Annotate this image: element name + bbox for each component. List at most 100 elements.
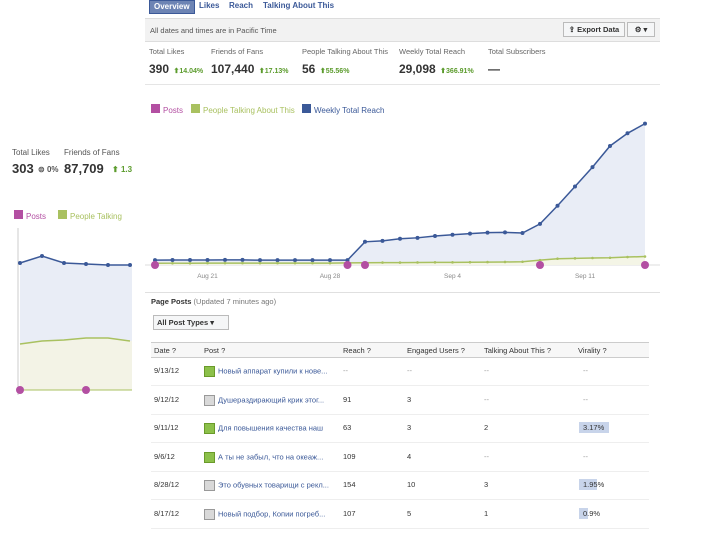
reach-point[interactable] [328, 258, 332, 263]
table-row[interactable]: 8/17/12 Новый подбор, Копии погреб... 107 5… [151, 500, 649, 529]
post-marker[interactable] [641, 261, 649, 269]
col-reach[interactable]: Reach ? [343, 346, 371, 355]
divider [145, 292, 660, 293]
cell-post[interactable]: Душераздирающий крик этог... [204, 394, 324, 406]
reach-point[interactable] [380, 238, 385, 243]
table-row[interactable]: 9/11/12 Для повышения качества наш 63 3 2 3.1… [151, 414, 649, 443]
reach-point[interactable] [293, 258, 297, 263]
talking-point[interactable] [521, 260, 524, 264]
reach-point[interactable] [503, 230, 507, 235]
post-type-filter[interactable]: All Post Types ▾ [153, 315, 229, 330]
table-row[interactable]: 9/6/12 А ты не забыл, что на океаж... 109 4… [151, 443, 649, 472]
table-row[interactable]: 9/12/12 Душераздирающий крик этог... 91 3 --… [151, 386, 649, 415]
reach-point[interactable] [188, 258, 192, 263]
export-icon: ⇪ [568, 25, 576, 34]
talking-point[interactable] [451, 261, 454, 264]
post-marker[interactable] [343, 261, 352, 269]
cell-post[interactable]: Новый аппарат купили к нове... [204, 366, 327, 377]
cell-post[interactable]: Это обувных товарищи с рекл... [204, 480, 329, 491]
reach-point[interactable] [170, 258, 175, 263]
table-row[interactable]: 9/13/12 Новый аппарат купили к нове... -- -… [151, 357, 649, 386]
reach-point[interactable] [468, 231, 472, 236]
post-text[interactable]: Новый аппарат купили к нове... [218, 366, 327, 375]
reach-point[interactable] [398, 236, 402, 241]
talking-point[interactable] [328, 261, 332, 265]
left-insights-panel: Total Likes Friends of Fans 303 ⊜ 0% 87,… [0, 0, 140, 540]
talking-point[interactable] [206, 261, 209, 265]
talking-point[interactable] [486, 260, 489, 264]
reach-point[interactable] [275, 258, 280, 263]
talking-point[interactable] [188, 261, 192, 265]
cell-reach: 91 [343, 394, 352, 404]
reach-point[interactable] [608, 143, 612, 148]
talking-point[interactable] [293, 261, 297, 265]
reach-point[interactable] [520, 230, 525, 235]
reach-point[interactable] [450, 232, 455, 237]
post-text[interactable]: Это обувных товарищи с рекл... [218, 480, 329, 489]
reach-point[interactable] [590, 165, 595, 170]
cell-post[interactable]: Для повышения качества наш [204, 423, 323, 434]
reach-point[interactable] [555, 203, 560, 208]
col-date[interactable]: Date ? [154, 346, 176, 355]
talking-point[interactable] [468, 260, 472, 264]
tab-talking-about-this[interactable]: Talking About This [263, 0, 334, 12]
talking-point[interactable] [503, 260, 507, 264]
talking-point[interactable] [258, 261, 262, 265]
talking-point[interactable] [608, 256, 612, 260]
tab-reach[interactable]: Reach [229, 0, 253, 12]
talking-point[interactable] [416, 261, 419, 264]
reach-point[interactable] [240, 257, 245, 262]
reach-point[interactable] [625, 131, 630, 136]
talking-point[interactable] [433, 261, 437, 264]
cell-date: 8/17/12 [154, 508, 180, 518]
talking-point[interactable] [398, 261, 402, 264]
tab-likes[interactable]: Likes [199, 0, 219, 12]
reach-point[interactable] [258, 258, 262, 263]
reach-point[interactable] [363, 239, 367, 244]
reach-point[interactable] [433, 234, 437, 238]
col-virality[interactable]: Virality ? [578, 346, 607, 355]
talking-point[interactable] [626, 255, 629, 259]
post-text[interactable]: Для повышения качества наш [218, 423, 323, 432]
post-marker[interactable] [536, 261, 544, 269]
reach-point[interactable] [573, 184, 577, 189]
cell-virality: 1.95% [583, 480, 605, 489]
legend-talking[interactable]: People Talking About This [191, 100, 295, 118]
talking-point[interactable] [241, 261, 244, 265]
reach-point[interactable] [538, 221, 542, 226]
post-text[interactable]: Душераздирающий крик этог... [218, 395, 324, 404]
talking-point[interactable] [591, 256, 594, 260]
reach-point[interactable] [485, 230, 490, 235]
tab-overview[interactable]: Overview [149, 0, 195, 14]
reach-point[interactable] [643, 121, 647, 126]
reach-point[interactable] [223, 257, 227, 262]
tab-bar: Overview Likes Reach Talking About This [145, 0, 660, 14]
talking-point[interactable] [171, 261, 174, 265]
talking-point[interactable] [643, 255, 647, 258]
export-data-button[interactable]: ⇪ Export Data [563, 22, 625, 37]
legend-posts[interactable]: Posts [151, 100, 183, 118]
reach-point[interactable] [415, 235, 420, 240]
col-talking-about-this[interactable]: Talking About This ? [484, 346, 551, 355]
table-row[interactable]: 8/28/12 Это обувных товарищи с рекл... 154… [151, 471, 649, 500]
cell-post[interactable]: А ты не забыл, что на океаж... [204, 451, 323, 463]
reach-point[interactable] [205, 258, 210, 263]
post-marker[interactable] [361, 261, 369, 269]
reach-point[interactable] [310, 258, 315, 263]
legend-reach[interactable]: Weekly Total Reach [302, 100, 384, 118]
col-engaged-users[interactable]: Engaged Users ? [407, 346, 465, 355]
post-marker[interactable] [151, 261, 159, 269]
talking-point[interactable] [573, 257, 577, 260]
post-text[interactable]: А ты не забыл, что на океаж... [218, 452, 323, 461]
legend-label: People Talking About This [203, 106, 295, 115]
settings-dropdown-button[interactable]: ⚙ ▾ [627, 22, 655, 37]
talking-point[interactable] [381, 261, 384, 264]
talking-swatch [58, 210, 67, 220]
cell-post[interactable]: Новый подбор, Копии погреб... [204, 508, 325, 520]
talking-point[interactable] [556, 257, 559, 261]
talking-point[interactable] [276, 261, 279, 265]
col-post[interactable]: Post ? [204, 346, 225, 355]
post-text[interactable]: Новый подбор, Копии погреб... [218, 509, 325, 518]
talking-point[interactable] [311, 261, 314, 265]
talking-point[interactable] [223, 261, 227, 265]
